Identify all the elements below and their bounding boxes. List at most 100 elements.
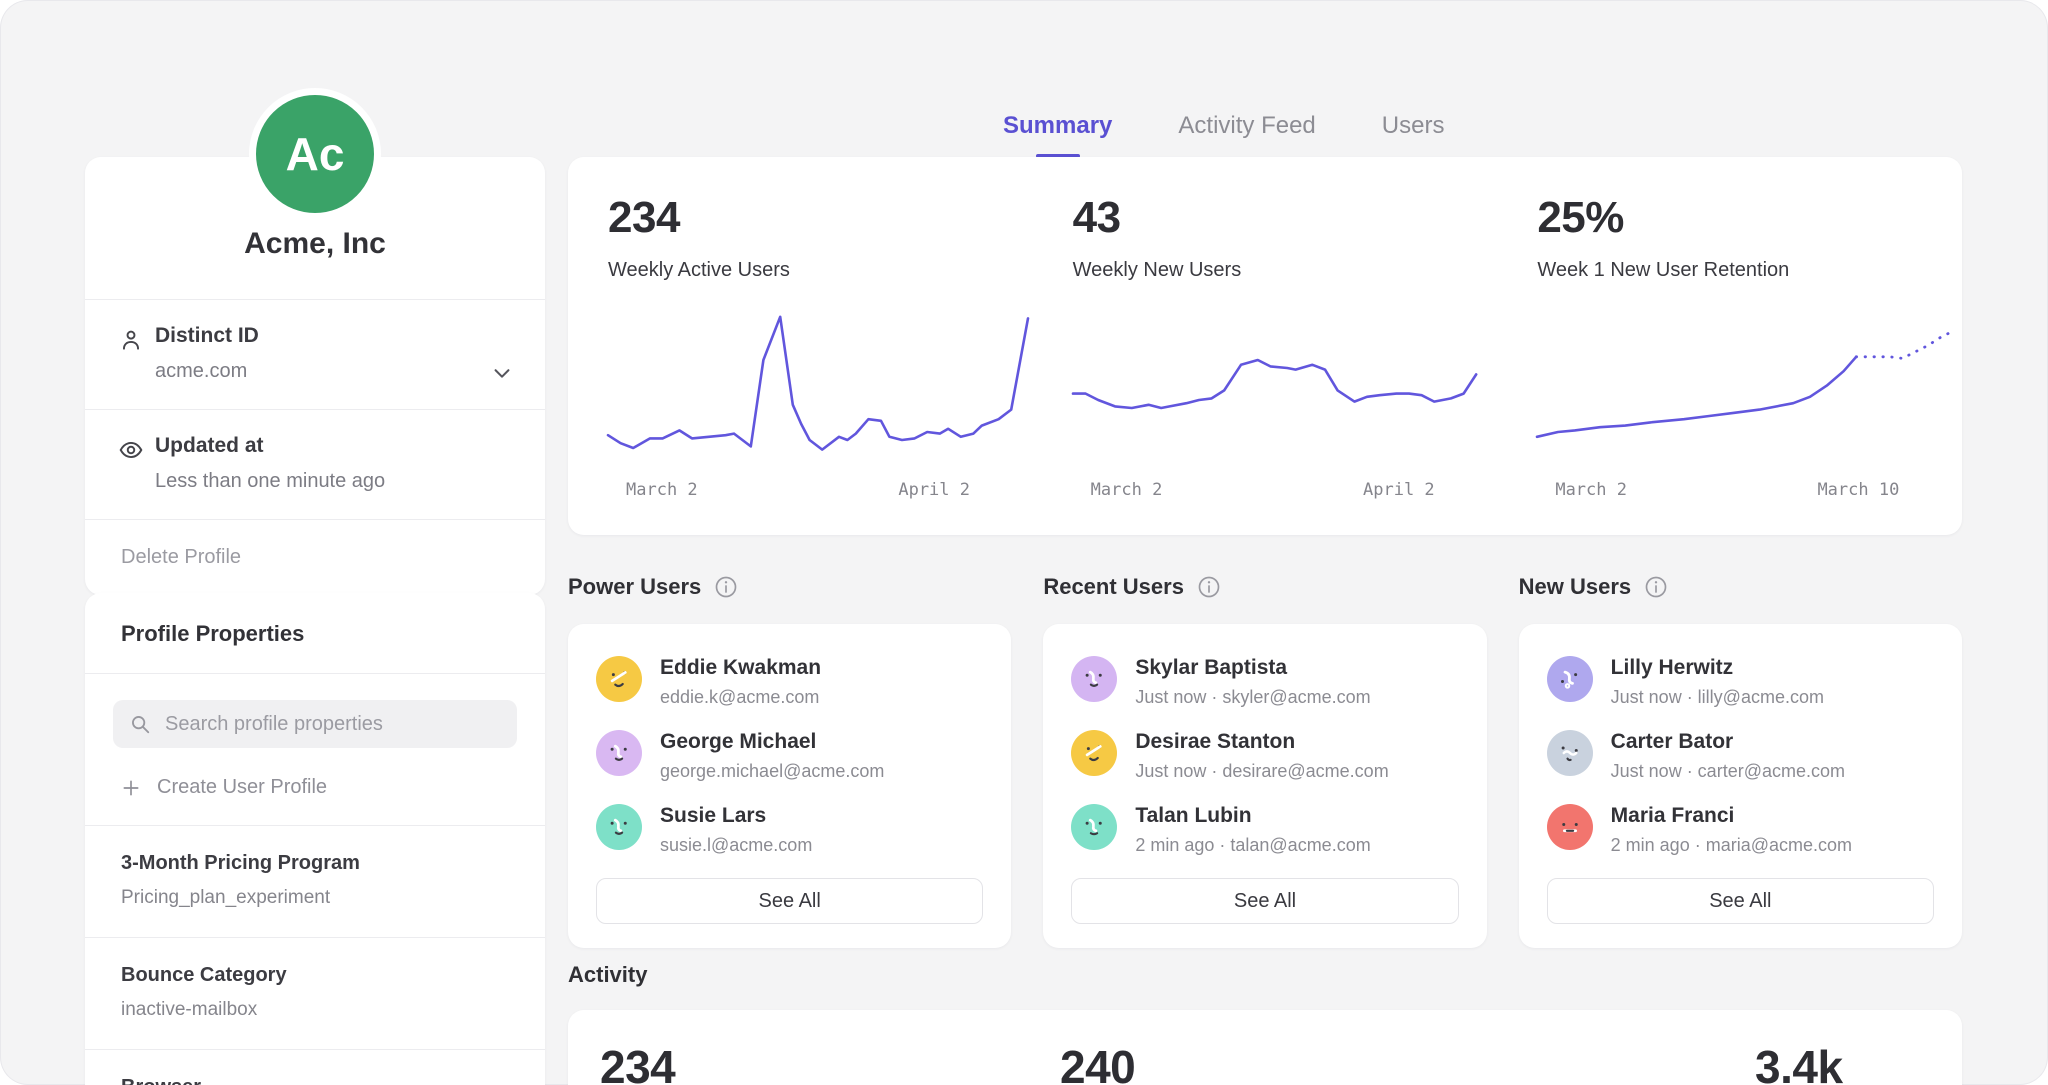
user-row[interactable]: Skylar Baptista Just now · skyler@acme.c… xyxy=(1071,656,1458,708)
create-user-profile-button[interactable]: Create User Profile xyxy=(85,756,545,825)
distinct-id-label: Distinct ID xyxy=(155,324,475,348)
stat-label: Weekly New Users xyxy=(1073,259,1498,282)
property-item: Browser Chrome xyxy=(85,1049,545,1085)
weekly-new-users-chart xyxy=(1073,304,1493,464)
new-users-header: New Users xyxy=(1519,574,1962,600)
power-users-card: Eddie Kwakman eddie.k@acme.com George Mi… xyxy=(568,624,1011,948)
user-row[interactable]: Lilly Herwitz Just now · lilly@acme.com xyxy=(1547,656,1934,708)
user-row[interactable]: Maria Franci 2 min ago · maria@acme.com xyxy=(1547,804,1934,856)
stat-label: Week 1 New User Retention xyxy=(1537,259,1962,282)
distinct-id-value: acme.com xyxy=(155,360,475,383)
user-detail: Just now · desirare@acme.com xyxy=(1135,761,1388,782)
user-detail: george.michael@acme.com xyxy=(660,761,884,782)
user-detail: susie.l@acme.com xyxy=(660,835,812,856)
stat-value: 234 xyxy=(608,193,1033,243)
user-row[interactable]: Susie Lars susie.l@acme.com xyxy=(596,804,983,856)
eye-icon xyxy=(118,437,144,463)
search-profile-properties[interactable] xyxy=(113,700,517,748)
summary-card: 234 Weekly Active Users March 2 April 2 … xyxy=(568,157,1962,535)
user-detail: 2 min ago · maria@acme.com xyxy=(1611,835,1852,856)
new-users-card: Lilly Herwitz Just now · lilly@acme.com … xyxy=(1519,624,1962,948)
user-avatar xyxy=(596,730,642,776)
activity-stat: 240 xyxy=(1060,1040,1135,1085)
chart-x-axis: March 2 April 2 xyxy=(1073,464,1493,500)
user-avatar xyxy=(1071,656,1117,702)
user-row[interactable]: Carter Bator Just now · carter@acme.com xyxy=(1547,730,1934,782)
activity-card: 234 240 3.4k xyxy=(568,1010,1962,1085)
see-all-button[interactable]: See All xyxy=(1071,878,1458,924)
user-row[interactable]: George Michael george.michael@acme.com xyxy=(596,730,983,782)
user-avatar xyxy=(596,804,642,850)
property-name: Bounce Category xyxy=(121,964,509,987)
user-avatar xyxy=(1547,656,1593,702)
tab-summary[interactable]: Summary xyxy=(1003,112,1112,158)
property-item: 3-Month Pricing Program Pricing_plan_exp… xyxy=(85,825,545,937)
x-tick-start: March 2 xyxy=(1555,480,1627,500)
user-row[interactable]: Desirae Stanton Just now · desirare@acme… xyxy=(1071,730,1458,782)
recent-users-header: Recent Users xyxy=(1043,574,1486,600)
stat-value: 43 xyxy=(1073,193,1498,243)
section-title: New Users xyxy=(1519,574,1632,600)
week1-retention-chart xyxy=(1537,304,1957,464)
tab-bar: Summary Activity Feed Users xyxy=(1003,112,1444,158)
tab-activity-feed[interactable]: Activity Feed xyxy=(1178,112,1315,158)
user-avatar xyxy=(1071,804,1117,850)
user-detail: Just now · lilly@acme.com xyxy=(1611,687,1824,708)
x-tick-start: March 2 xyxy=(626,480,698,500)
user-name: Susie Lars xyxy=(660,804,812,828)
user-avatar xyxy=(1071,730,1117,776)
x-tick-end: April 2 xyxy=(898,480,970,500)
power-users-header: Power Users xyxy=(568,574,1011,600)
person-icon xyxy=(118,327,144,353)
activity-title: Activity xyxy=(568,962,647,988)
new-users-section: New Users Lilly Herwitz Just now · lilly… xyxy=(1519,574,1962,948)
search-input[interactable] xyxy=(163,712,501,737)
power-users-section: Power Users Eddie Kwakman eddie.k@acme.c… xyxy=(568,574,1011,948)
user-detail: Just now · carter@acme.com xyxy=(1611,761,1845,782)
user-name: Lilly Herwitz xyxy=(1611,656,1824,680)
stat-value: 25% xyxy=(1537,193,1962,243)
recent-users-card: Skylar Baptista Just now · skyler@acme.c… xyxy=(1043,624,1486,948)
search-icon xyxy=(129,713,151,735)
user-avatar xyxy=(596,656,642,702)
info-icon[interactable] xyxy=(1197,575,1221,599)
property-name: 3-Month Pricing Program xyxy=(121,852,509,875)
updated-at-label: Updated at xyxy=(155,434,475,458)
recent-users-section: Recent Users Skylar Baptista Just now · … xyxy=(1043,574,1486,948)
profile-card: Acme, Inc Distinct ID acme.com xyxy=(85,157,545,595)
user-name: George Michael xyxy=(660,730,884,754)
chart-x-axis: March 2 April 2 xyxy=(608,464,1028,500)
updated-at-value: Less than one minute ago xyxy=(155,470,475,493)
distinct-id-row: Distinct ID acme.com xyxy=(85,299,545,409)
plus-icon xyxy=(121,778,141,798)
user-detail: eddie.k@acme.com xyxy=(660,687,821,708)
activity-stat: 3.4k xyxy=(1755,1040,1843,1085)
stat-weekly-active-users: 234 Weekly Active Users March 2 April 2 xyxy=(568,157,1033,535)
user-name: Skylar Baptista xyxy=(1135,656,1370,680)
stat-label: Weekly Active Users xyxy=(608,259,1033,282)
user-detail: 2 min ago · talan@acme.com xyxy=(1135,835,1370,856)
user-row[interactable]: Talan Lubin 2 min ago · talan@acme.com xyxy=(1071,804,1458,856)
x-tick-end: March 10 xyxy=(1817,480,1899,500)
updated-at-row: Updated at Less than one minute ago xyxy=(85,409,545,519)
info-icon[interactable] xyxy=(1644,575,1668,599)
user-name: Eddie Kwakman xyxy=(660,656,821,680)
activity-stat: 234 xyxy=(600,1040,675,1085)
weekly-active-users-chart xyxy=(608,304,1028,464)
see-all-button[interactable]: See All xyxy=(1547,878,1934,924)
user-name: Talan Lubin xyxy=(1135,804,1370,828)
user-row[interactable]: Eddie Kwakman eddie.k@acme.com xyxy=(596,656,983,708)
section-title: Recent Users xyxy=(1043,574,1184,600)
delete-profile-button[interactable]: Delete Profile xyxy=(85,519,545,595)
profile-properties-title: Profile Properties xyxy=(85,593,545,674)
app-window: Acme, Inc Distinct ID acme.com xyxy=(0,0,2048,1085)
property-name: Browser xyxy=(121,1076,509,1085)
company-avatar: Ac xyxy=(249,88,381,220)
section-title: Power Users xyxy=(568,574,701,600)
info-icon[interactable] xyxy=(714,575,738,599)
user-detail: Just now · skyler@acme.com xyxy=(1135,687,1370,708)
tab-users[interactable]: Users xyxy=(1382,112,1445,158)
see-all-button[interactable]: See All xyxy=(596,878,983,924)
x-tick-end: April 2 xyxy=(1363,480,1435,500)
chevron-down-icon[interactable] xyxy=(491,362,513,384)
